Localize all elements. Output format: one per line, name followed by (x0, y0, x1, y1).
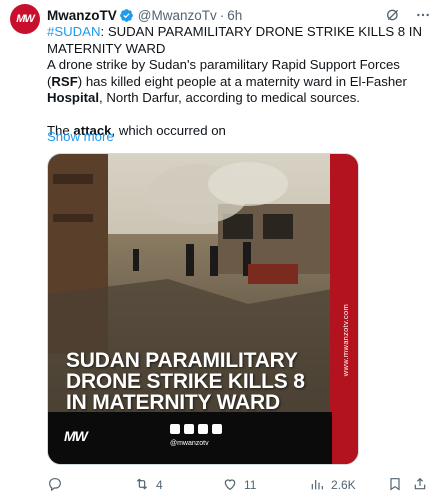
para1-text-2: ) has killed eight people at a maternity… (77, 73, 407, 89)
headline-text: : SUDAN PARAMILITARY DRONE STRIKE KILLS … (47, 24, 422, 56)
like-count: 11 (244, 478, 257, 492)
media-headline: SUDAN PARAMILITARY DRONE STRIKE KILLS 8 … (66, 350, 336, 413)
bookmark-button[interactable] (387, 476, 403, 495)
avatar[interactable]: MW (10, 4, 40, 34)
twitter-icon (184, 424, 194, 434)
media-headline-line-2: DRONE STRIKE KILLS 8 (66, 370, 305, 393)
instagram-icon (170, 424, 180, 434)
separator-dot: · (219, 7, 225, 23)
timestamp[interactable]: 6h (227, 8, 242, 23)
facebook-icon (198, 424, 208, 434)
tweet-headline: #SUDAN: SUDAN PARAMILITARY DRONE STRIKE … (47, 24, 427, 57)
youtube-icon (212, 424, 222, 434)
hashtag-link[interactable]: #SUDAN (47, 24, 101, 39)
footer-logo: MW (64, 428, 88, 444)
views-button[interactable]: 2.6K (309, 476, 356, 495)
reply-button[interactable] (47, 476, 69, 495)
heart-icon (222, 476, 238, 495)
tweet-actions: 4 11 2.6K (47, 477, 427, 493)
tweet[interactable]: MW MwanzoTV @MwanzoTv · 6h #SUDAN: SUDAN… (0, 0, 441, 499)
tweet-header: MwanzoTV @MwanzoTv · 6h (47, 6, 431, 24)
bookmark-icon (387, 476, 403, 495)
views-count: 2.6K (331, 478, 356, 492)
avatar-logo-text: MW (16, 13, 35, 25)
retweet-count: 4 (156, 478, 163, 492)
para2-text-2: , which occurred on (111, 122, 226, 138)
grok-icon[interactable] (385, 7, 401, 23)
para1-text-3: , North Darfur, according to medical sou… (99, 90, 360, 105)
retweet-icon (134, 476, 150, 495)
more-options-icon[interactable] (415, 7, 431, 23)
tweet-paragraph-1: A drone strike by Sudan's paramilitary R… (47, 57, 427, 107)
display-name[interactable]: MwanzoTV (47, 8, 117, 23)
para1-bold-rsf: RSF (51, 73, 78, 89)
show-more-link[interactable]: Show more (47, 129, 114, 144)
tweet-media-image[interactable]: www.mwanzotv.com SUDAN PARAMILITARY DRON… (47, 153, 359, 465)
like-button[interactable]: 11 (222, 476, 256, 495)
footer-handle: @mwanzotv (170, 440, 209, 447)
social-icons-row (170, 424, 222, 434)
media-site-text: www.mwanzotv.com (341, 304, 350, 377)
handle[interactable]: @MwanzoTv (138, 8, 217, 23)
share-button[interactable] (412, 476, 428, 495)
tweet-text: #SUDAN: SUDAN PARAMILITARY DRONE STRIKE … (47, 24, 427, 139)
para1-bold-hospital: Hospital (47, 90, 100, 105)
verified-badge-icon (119, 8, 134, 23)
reply-icon (47, 476, 63, 495)
media-headline-line-1: SUDAN PARAMILITARY (66, 349, 298, 372)
retweet-button[interactable]: 4 (134, 476, 163, 495)
media-footer: MW @mwanzotv (48, 412, 332, 464)
share-icon (412, 476, 428, 495)
views-icon (309, 476, 325, 495)
media-headline-line-3: IN MATERNITY WARD (66, 391, 280, 414)
